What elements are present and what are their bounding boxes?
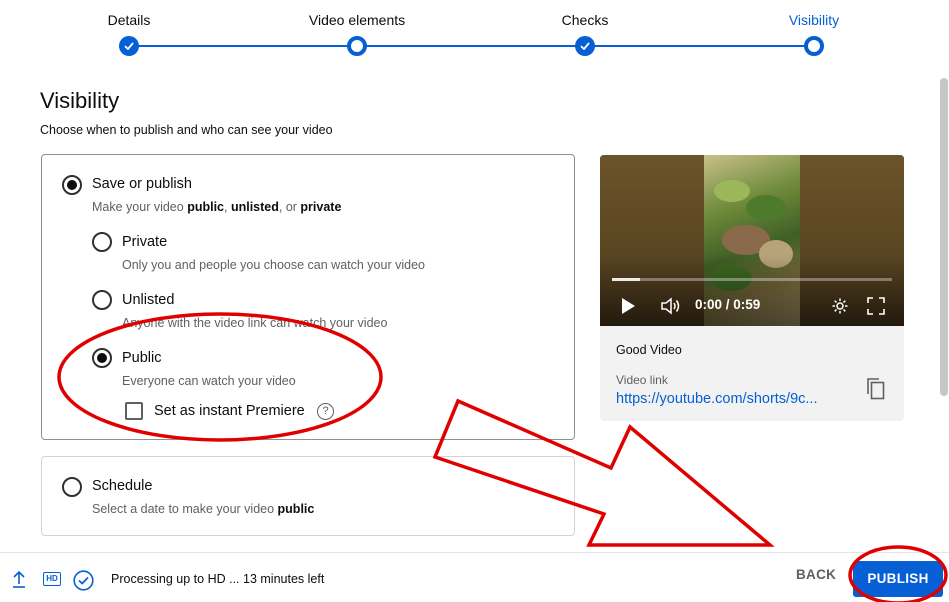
upload-icon [13,570,25,588]
settings-gear-icon[interactable] [831,297,849,315]
step-details-check-icon[interactable] [119,36,139,56]
private-desc: Only you and people you choose can watch… [122,258,425,272]
progress-stepper: Details Video elements Checks Visibility [0,0,949,62]
video-link[interactable]: https://youtube.com/shorts/9c... [616,391,841,407]
help-icon[interactable]: ? [317,403,334,420]
video-player[interactable]: 0:00 / 0:59 [600,155,904,326]
video-name: Good Video [616,343,682,357]
video-progress-bar[interactable] [612,278,892,281]
page-subtitle: Choose when to publish and who can see y… [40,123,333,137]
unlisted-radio[interactable] [92,290,112,310]
video-preview-card: 0:00 / 0:59 Good Video Video link https:… [600,155,904,421]
step-label-video-elements[interactable]: Video elements [309,12,405,28]
unlisted-desc: Anyone with the video link can watch you… [122,316,388,330]
save-or-publish-radio[interactable] [62,175,82,195]
save-or-publish-label: Save or publish [92,176,192,192]
private-label: Private [122,234,168,250]
unlisted-label: Unlisted [122,292,175,308]
checks-complete-icon [73,570,94,591]
public-desc: Everyone can watch your video [122,374,296,388]
footer-bar: HD Processing up to HD ... 13 minutes le… [0,552,949,602]
back-button[interactable]: BACK [796,567,836,582]
video-controls-gradient [600,255,904,326]
play-icon[interactable] [620,297,636,315]
public-radio[interactable] [92,348,112,368]
fullscreen-icon[interactable] [867,297,885,315]
schedule-panel: Schedule Select a date to make your vide… [41,456,575,536]
hd-icon: HD [43,572,61,586]
instant-premiere-label: Set as instant Premiere [154,403,305,419]
step-visibility-dot[interactable] [804,36,824,56]
step-label-visibility[interactable]: Visibility [789,12,839,28]
save-or-publish-desc: Make your video public, unlisted, or pri… [92,200,342,214]
video-link-label: Video link [616,373,668,387]
instant-premiere-checkbox[interactable] [125,402,143,420]
step-label-details[interactable]: Details [108,12,151,28]
video-time: 0:00 / 0:59 [695,297,761,312]
schedule-desc: Select a date to make your video public [92,502,315,516]
thumbnail-detail [714,180,750,202]
volume-icon[interactable] [660,297,682,315]
page-title: Visibility [40,88,120,113]
step-label-checks[interactable]: Checks [562,12,609,28]
public-label: Public [122,350,162,366]
copy-icon[interactable] [866,377,886,401]
schedule-radio[interactable] [62,477,82,497]
scrollbar[interactable] [940,78,948,396]
step-checks-check-icon[interactable] [575,36,595,56]
processing-status: Processing up to HD ... 13 minutes left [111,572,325,586]
private-radio[interactable] [92,232,112,252]
save-or-publish-panel: Save or publish Make your video public, … [41,154,575,440]
publish-button[interactable]: PUBLISH [853,561,943,597]
thumbnail-detail [746,195,786,221]
schedule-label: Schedule [92,478,153,494]
step-video-elements-dot[interactable] [347,36,367,56]
video-progress-fill [612,278,640,281]
stepper-line [129,45,814,47]
